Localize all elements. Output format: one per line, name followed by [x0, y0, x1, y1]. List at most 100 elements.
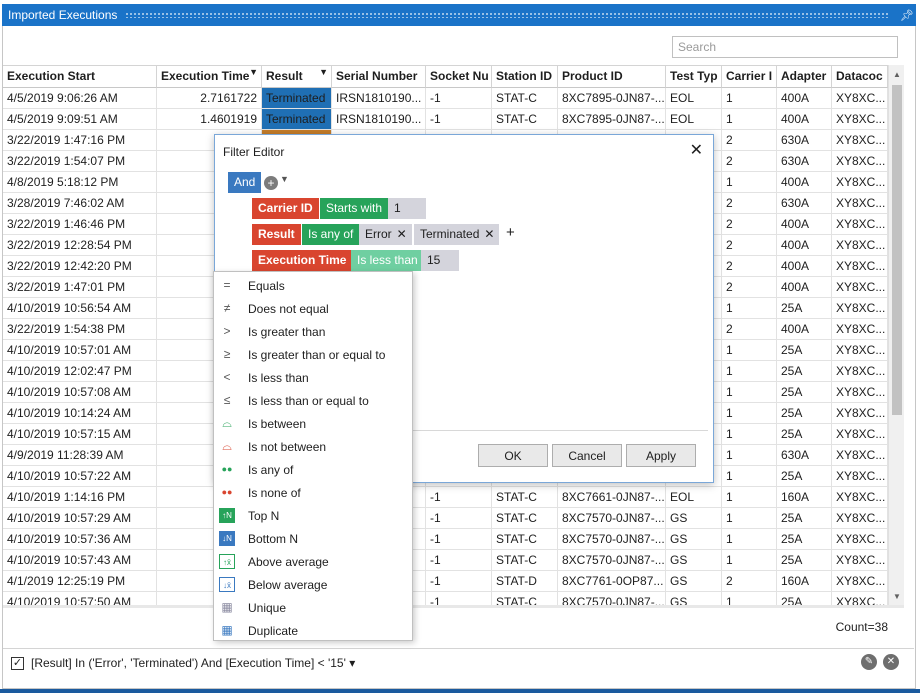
menu-item-is-less-than[interactable]: < Is less than — [214, 366, 412, 389]
condition-value[interactable]: Error ✕ — [359, 224, 412, 245]
condition-operator[interactable]: Starts with — [320, 198, 389, 219]
group-operator[interactable]: And — [228, 172, 262, 193]
table-cell: 3/22/2019 1:46:46 PM — [3, 214, 157, 235]
clear-filter-icon[interactable]: ✕ — [883, 654, 899, 670]
drag-grip[interactable] — [125, 12, 890, 18]
value-label: Error — [365, 227, 392, 241]
table-cell: GS — [666, 529, 722, 550]
condition-field[interactable]: Result — [252, 224, 301, 245]
menu-item-unique[interactable]: ▦ Unique — [214, 596, 412, 619]
table-cell: 1 — [722, 340, 777, 361]
menu-item-label: Is between — [248, 417, 307, 431]
table-cell: Terminated — [262, 88, 332, 109]
table-row[interactable]: 4/5/2019 9:06:26 AM 2.7161722 Terminated IR… — [3, 88, 888, 109]
table-cell: 25A — [777, 592, 832, 605]
scroll-thumb[interactable] — [892, 85, 902, 415]
table-row[interactable]: 4/1/2019 12:25:19 PM6.-1STAT-D8XC7761-0O… — [3, 571, 888, 592]
condition-field[interactable]: Execution Time — [252, 250, 353, 271]
table-cell: 3/22/2019 1:54:38 PM — [3, 319, 157, 340]
table-cell: 25A — [777, 508, 832, 529]
condition-value[interactable]: 1 — [388, 198, 426, 219]
table-row[interactable]: 4/5/2019 9:09:51 AM 1.4601919 Terminated IR… — [3, 109, 888, 130]
table-cell: 400A — [777, 277, 832, 298]
menu-item-bottom-n[interactable]: ↓N Bottom N — [214, 527, 412, 550]
menu-item-is-none-of[interactable]: ●● Is none of — [214, 481, 412, 504]
condition-operator[interactable]: Is less than — [351, 250, 424, 271]
condition-field[interactable]: Carrier ID — [252, 198, 319, 219]
column-header[interactable]: Product ID — [558, 66, 666, 88]
unique-icon: ▦ — [221, 600, 233, 614]
table-cell: 8XC7895-0JN87-... — [558, 109, 666, 130]
add-condition-icon[interactable]: + — [264, 176, 278, 190]
vertical-scrollbar[interactable]: ▲ ▼ — [888, 65, 904, 605]
menu-item-below-average[interactable]: ↓x̄ Below average — [214, 573, 412, 596]
scroll-up-icon[interactable]: ▲ — [889, 67, 905, 83]
menu-item-is-greater-than[interactable]: > Is greater than — [214, 320, 412, 343]
menu-item-is-greater-than-or-equal-to[interactable]: ≥ Is greater than or equal to — [214, 343, 412, 366]
column-header[interactable]: Test Typ — [666, 66, 722, 88]
table-row[interactable]: 4/10/2019 10:57:29 AM3.-1STAT-C8XC7570-0… — [3, 508, 888, 529]
ok-button[interactable]: OK — [478, 444, 548, 467]
condition-operator[interactable]: Is any of — [302, 224, 360, 245]
column-header[interactable]: Carrier I — [722, 66, 777, 88]
column-header[interactable]: Station ID — [492, 66, 558, 88]
pin-icon[interactable]: 📌︎ — [898, 9, 916, 22]
filter-enabled-checkbox[interactable]: ✓ — [11, 657, 24, 670]
menu-item-is-less-than-or-equal-to[interactable]: ≤ Is less than or equal to — [214, 389, 412, 412]
table-cell: 4/10/2019 1:14:16 PM — [3, 487, 157, 508]
edit-filter-icon[interactable]: ✎ — [861, 654, 877, 670]
condition-value[interactable]: Terminated ✕ — [414, 224, 500, 245]
apply-button[interactable]: Apply — [626, 444, 696, 467]
menu-item-top-n[interactable]: ↑N Top N — [214, 504, 412, 527]
filter-icon[interactable]: ▼ — [319, 67, 328, 77]
not-equal-icon: ≠ — [223, 301, 231, 315]
filter-icon[interactable]: ▼ — [249, 67, 258, 77]
table-cell: XY8XC... — [832, 298, 888, 319]
add-value-icon[interactable]: + — [506, 224, 515, 241]
table-cell: -1 — [426, 529, 492, 550]
remove-value-icon[interactable]: ✕ — [484, 227, 494, 241]
table-cell: XY8XC... — [832, 151, 888, 172]
cancel-button[interactable]: Cancel — [552, 444, 622, 467]
scroll-down-icon[interactable]: ▼ — [889, 589, 905, 605]
horizontal-scrollbar[interactable] — [3, 605, 904, 608]
condition-value[interactable]: 15 — [421, 250, 459, 271]
table-row[interactable]: 4/10/2019 10:57:43 AM3.-1STAT-C8XC7570-0… — [3, 550, 888, 571]
table-cell: 25A — [777, 550, 832, 571]
menu-item-duplicate[interactable]: ▦ Duplicate — [214, 619, 412, 642]
column-header[interactable]: Execution Time ▼ — [157, 66, 262, 88]
menu-item-is-not-between[interactable]: ⌓ Is not between — [214, 435, 412, 458]
table-row[interactable]: 4/10/2019 10:57:36 AM3.-1STAT-C8XC7570-0… — [3, 529, 888, 550]
operator-menu: = Equals ≠ Does not equal > Is greater than ≥ I… — [213, 271, 413, 641]
table-cell: 4/10/2019 10:56:54 AM — [3, 298, 157, 319]
value-label: Terminated — [420, 227, 480, 241]
menu-item-is-any-of[interactable]: ●● Is any of — [214, 458, 412, 481]
search-input[interactable]: Search — [672, 36, 898, 58]
column-header-label: Station ID — [496, 69, 552, 83]
menu-item-is-between[interactable]: ⌓ Is between — [214, 412, 412, 435]
column-header[interactable]: Result ▼ — [262, 66, 332, 88]
menu-item-does-not-equal[interactable]: ≠ Does not equal — [214, 297, 412, 320]
any-of-icon: ●● — [221, 464, 233, 474]
close-icon[interactable]: ✕ — [690, 140, 703, 160]
table-cell: 8XC7661-0JN87-... — [558, 487, 666, 508]
table-cell: 25A — [777, 424, 832, 445]
menu-item-above-average[interactable]: ↑x̄ Above average — [214, 550, 412, 573]
menu-item-label: Top N — [248, 509, 280, 523]
filter-expression[interactable]: [Result] In ('Error', 'Terminated') And … — [31, 656, 355, 670]
column-header[interactable]: Adapter — [777, 66, 832, 88]
table-row[interactable]: 4/10/2019 10:57:50 AM3.-1STAT-C8XC7570-0… — [3, 592, 888, 605]
column-header[interactable]: Serial Number — [332, 66, 426, 88]
column-header[interactable]: Execution Start — [3, 66, 157, 88]
chevron-down-icon[interactable]: ▼ — [280, 174, 289, 184]
table-cell: STAT-C — [492, 487, 558, 508]
column-header[interactable]: Socket Nu — [426, 66, 492, 88]
table-cell: 4/10/2019 12:02:47 PM — [3, 361, 157, 382]
table-row[interactable]: 4/10/2019 1:14:16 PM0.-1STAT-C8XC7661-0J… — [3, 487, 888, 508]
column-header[interactable]: Datacoc — [832, 66, 888, 88]
table-cell: 4/10/2019 10:57:36 AM — [3, 529, 157, 550]
table-cell: -1 — [426, 550, 492, 571]
menu-item-equals[interactable]: = Equals — [214, 274, 412, 297]
remove-value-icon[interactable]: ✕ — [397, 227, 407, 241]
table-cell: 8XC7761-0OP87... — [558, 571, 666, 592]
